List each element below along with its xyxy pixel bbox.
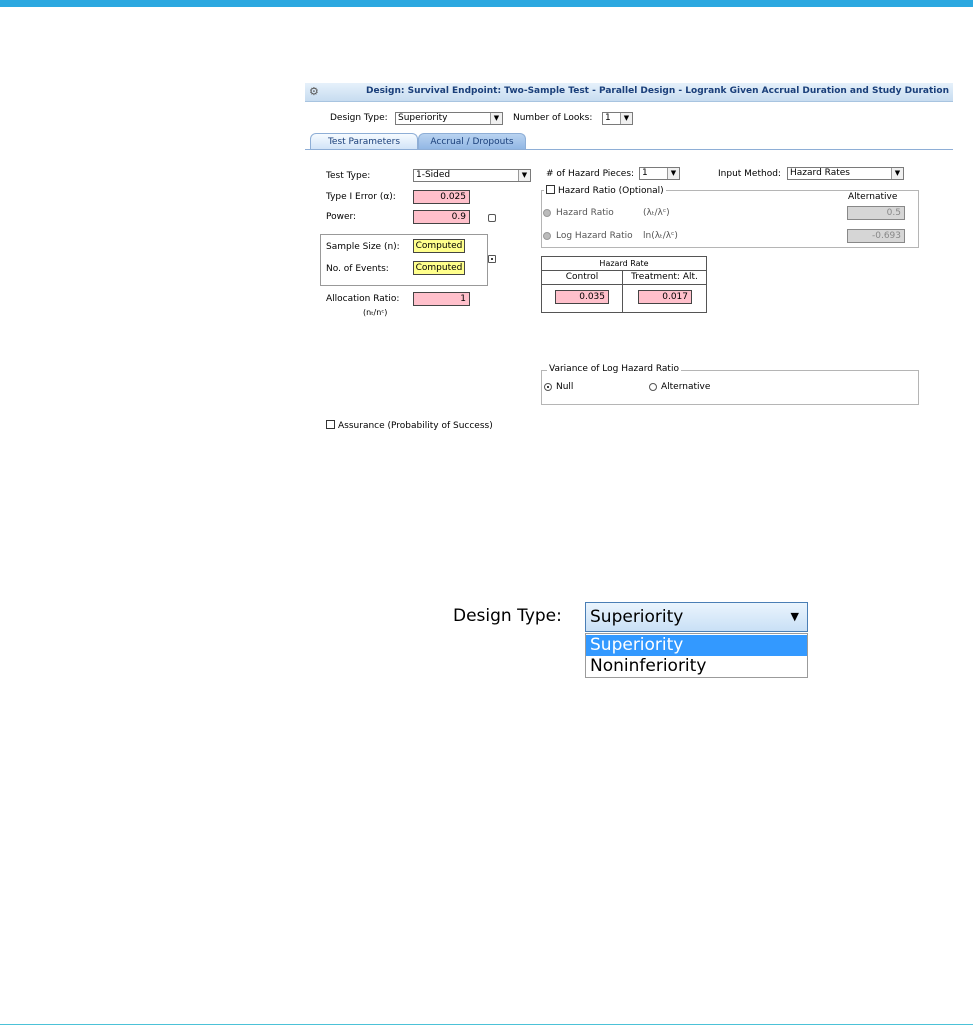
allocation-sub-label: (nₜ/nᶜ) <box>363 308 388 317</box>
looks-value: 1 <box>605 113 611 123</box>
zoom-selected-value: Superiority <box>590 607 684 627</box>
hazard-ratio-input[interactable]: 0.5 <box>847 206 905 220</box>
test-type-value: 1-Sided <box>416 170 451 180</box>
bottom-divider <box>0 1024 973 1025</box>
allocation-input[interactable]: 1 <box>413 292 470 306</box>
sample-size-input[interactable]: Computed <box>413 239 465 253</box>
tab-accrual-dropouts[interactable]: Accrual / Dropouts <box>418 133 526 150</box>
hazard-rate-table: Hazard Rate Control Treatment: Alt. 0.03… <box>541 256 707 313</box>
zoom-dropdown-list: Superiority Noninferiority <box>585 633 808 678</box>
table-divider <box>622 271 623 312</box>
log-hazard-ratio-label: Log Hazard Ratio <box>556 231 633 241</box>
hazard-ratio-formula: (λₜ/λᶜ) <box>643 208 670 218</box>
treatment-header: Treatment: Alt. <box>623 271 706 285</box>
tab-divider <box>305 149 953 150</box>
design-dialog: ⚙ Design: Survival Endpoint: Two-Sample … <box>305 83 953 435</box>
events-label: No. of Events: <box>326 264 389 274</box>
chevron-down-icon[interactable]: ▼ <box>518 170 530 181</box>
log-hazard-ratio-radio[interactable] <box>543 232 551 240</box>
alternative-header: Alternative <box>848 192 898 202</box>
sample-size-label: Sample Size (n): <box>326 242 400 252</box>
chevron-down-icon[interactable]: ▼ <box>667 168 679 179</box>
checkbox-icon[interactable] <box>326 420 335 429</box>
control-rate-input[interactable]: 0.035 <box>555 290 609 304</box>
design-type-value: Superiority <box>398 113 448 123</box>
chevron-down-icon[interactable]: ▼ <box>490 113 502 124</box>
zoom-design-type-select[interactable]: Superiority ▼ <box>585 602 808 632</box>
variance-null-label: Null <box>556 382 574 392</box>
design-type-label: Design Type: <box>330 113 388 123</box>
variance-alt-radio[interactable] <box>649 383 657 391</box>
input-method-value: Hazard Rates <box>790 168 850 178</box>
assurance-label: Assurance (Probability of Success) <box>338 421 493 431</box>
variance-alt-label: Alternative <box>661 382 711 392</box>
design-type-select[interactable]: Superiority ▼ <box>395 112 503 125</box>
hazard-ratio-radio[interactable] <box>543 209 551 217</box>
log-hazard-ratio-formula: ln(λₜ/λᶜ) <box>643 231 678 241</box>
test-type-select[interactable]: 1-Sided ▼ <box>413 169 531 182</box>
checkbox-icon[interactable] <box>546 185 555 194</box>
gear-icon[interactable]: ⚙ <box>309 85 319 98</box>
power-label: Power: <box>326 212 357 222</box>
top-accent-bar <box>0 0 973 7</box>
input-method-label: Input Method: <box>718 169 781 179</box>
power-compute-radio[interactable] <box>488 214 496 222</box>
events-input[interactable]: Computed <box>413 261 465 275</box>
variance-null-radio[interactable] <box>544 383 552 391</box>
hazard-ratio-checkbox[interactable]: Hazard Ratio (Optional) <box>544 185 666 196</box>
type1-error-label: Type I Error (α): <box>326 192 396 202</box>
hazard-pieces-select[interactable]: 1 ▼ <box>639 167 680 180</box>
hazard-pieces-label: # of Hazard Pieces: <box>546 169 635 179</box>
hazard-ratio-label: Hazard Ratio <box>556 208 614 218</box>
chevron-down-icon[interactable]: ▼ <box>891 168 903 179</box>
sample-compute-radio[interactable] <box>488 255 496 263</box>
test-type-label: Test Type: <box>326 171 371 181</box>
hazard-ratio-group-label: Hazard Ratio (Optional) <box>558 186 664 196</box>
variance-group <box>541 370 919 405</box>
treatment-rate-input[interactable]: 0.017 <box>638 290 692 304</box>
dialog-titlebar: ⚙ Design: Survival Endpoint: Two-Sample … <box>305 83 953 102</box>
option-noninferiority[interactable]: Noninferiority <box>586 656 807 677</box>
type1-error-input[interactable]: 0.025 <box>413 190 470 204</box>
control-header: Control <box>542 271 622 285</box>
hazard-pieces-value: 1 <box>642 168 648 178</box>
chevron-down-icon[interactable]: ▼ <box>620 113 632 124</box>
tab-test-parameters[interactable]: Test Parameters <box>310 133 418 150</box>
hazard-rate-header: Hazard Rate <box>542 257 706 271</box>
power-input[interactable]: 0.9 <box>413 210 470 224</box>
variance-group-label: Variance of Log Hazard Ratio <box>547 364 681 374</box>
assurance-checkbox[interactable]: Assurance (Probability of Success) <box>326 420 493 431</box>
chevron-down-icon[interactable]: ▼ <box>791 603 799 631</box>
log-hazard-ratio-input[interactable]: -0.693 <box>847 229 905 243</box>
zoom-design-type-label: Design Type: <box>453 606 562 626</box>
looks-select[interactable]: 1 ▼ <box>602 112 633 125</box>
input-method-select[interactable]: Hazard Rates ▼ <box>787 167 904 180</box>
allocation-label: Allocation Ratio: <box>326 294 400 304</box>
looks-label: Number of Looks: <box>513 113 593 123</box>
option-superiority[interactable]: Superiority <box>586 635 807 656</box>
dialog-title: Design: Survival Endpoint: Two-Sample Te… <box>366 86 949 96</box>
